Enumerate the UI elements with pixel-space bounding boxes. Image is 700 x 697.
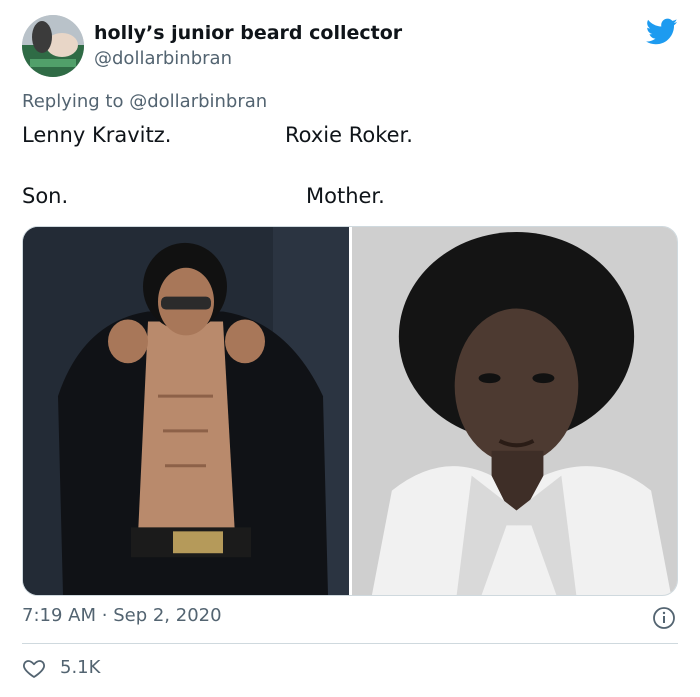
tweet-text-line1-right: Roxie Roker.	[285, 123, 413, 147]
avatar[interactable]	[22, 15, 84, 77]
photo-man-sunglasses[interactable]	[23, 227, 349, 595]
tweet-media[interactable]	[22, 226, 678, 596]
tweet-text-line2-right: Mother.	[306, 184, 385, 208]
author-handle[interactable]: @dollarbinbran	[94, 48, 232, 69]
like-count[interactable]: 5.1K	[60, 657, 100, 678]
twitter-bird-icon[interactable]	[646, 18, 678, 46]
photo-man-sunglasses-image	[23, 227, 349, 595]
replying-to: Replying to @dollarbinbran	[22, 91, 267, 112]
tweet-time: 7:19 AM	[22, 605, 96, 626]
photo-woman-afro[interactable]	[352, 227, 677, 595]
heart-icon[interactable]	[22, 656, 46, 680]
photo-woman-afro-image	[352, 227, 677, 595]
display-name[interactable]: holly’s junior beard collector	[94, 22, 402, 44]
tweet-date: Sep 2, 2020	[113, 605, 222, 626]
timestamp-separator: ·	[101, 605, 108, 626]
avatar-image	[22, 15, 84, 77]
tweet-timestamp[interactable]: 7:19 AM · Sep 2, 2020	[22, 605, 222, 626]
replying-to-mention[interactable]: @dollarbinbran	[129, 91, 267, 112]
tweet-text-line2-left: Son.	[22, 184, 69, 208]
divider	[22, 643, 678, 644]
replying-to-prefix: Replying to	[22, 91, 124, 112]
tweet-text-line1-left: Lenny Kravitz.	[22, 123, 172, 147]
info-icon[interactable]	[652, 606, 676, 630]
